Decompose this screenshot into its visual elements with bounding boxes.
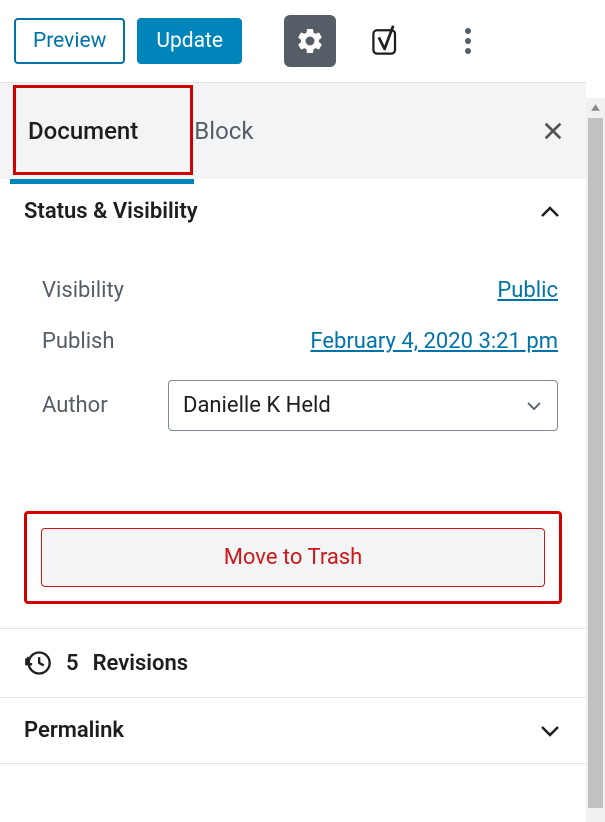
permalink-title: Permalink xyxy=(24,718,124,743)
publish-toolbar: Preview Update xyxy=(0,0,586,83)
tab-block[interactable]: Block xyxy=(166,83,281,179)
active-tab-indicator xyxy=(10,179,194,184)
revisions-count: 5 xyxy=(66,651,79,676)
row-visibility: Visibility Public xyxy=(42,278,558,303)
chevron-down-icon xyxy=(538,719,562,743)
panel-status-visibility: Status & Visibility Visibility Public Pu… xyxy=(0,179,586,629)
panel-revisions: 5 Revisions xyxy=(0,629,586,698)
editor-sidebar: Preview Update Document Block xyxy=(0,0,605,822)
annotation-highlight-trash: Move to Trash xyxy=(24,511,562,604)
kebab-icon xyxy=(464,27,472,55)
row-publish: Publish February 4, 2020 3:21 pm xyxy=(42,329,558,354)
close-icon xyxy=(542,120,564,142)
close-sidebar-button[interactable] xyxy=(542,83,586,179)
scrollbar-up-button[interactable] xyxy=(586,98,605,117)
settings-button[interactable] xyxy=(284,15,336,67)
row-author: Author Danielle K Held xyxy=(42,380,558,431)
author-label: Author xyxy=(42,393,162,418)
yoast-button[interactable] xyxy=(360,15,412,67)
panel-permalink: Permalink xyxy=(0,698,586,764)
scrollable-content: Preview Update Document Block xyxy=(0,0,586,822)
preview-button[interactable]: Preview xyxy=(14,18,125,64)
revisions-label: Revisions xyxy=(93,651,189,676)
chevron-up-icon xyxy=(538,200,562,224)
author-value: Danielle K Held xyxy=(183,393,331,418)
panel-title: Status & Visibility xyxy=(24,199,198,224)
tab-document[interactable]: Document xyxy=(0,83,166,179)
panel-body-status: Visibility Public Publish February 4, 20… xyxy=(0,244,586,491)
panel-toggle-status[interactable]: Status & Visibility xyxy=(0,179,586,244)
visibility-value-link[interactable]: Public xyxy=(497,278,558,303)
publish-value-link[interactable]: February 4, 2020 3:21 pm xyxy=(310,329,558,354)
update-button[interactable]: Update xyxy=(137,18,242,64)
history-icon xyxy=(24,649,52,677)
visibility-label: Visibility xyxy=(42,278,172,303)
panel-toggle-permalink[interactable]: Permalink xyxy=(0,698,586,763)
gear-icon xyxy=(295,26,325,56)
publish-label: Publish xyxy=(42,329,172,354)
scrollbar-thumb[interactable] xyxy=(588,118,603,808)
sidebar-tabs: Document Block xyxy=(0,83,586,179)
more-options-button[interactable] xyxy=(442,15,494,67)
yoast-icon xyxy=(368,23,404,59)
move-to-trash-button[interactable]: Move to Trash xyxy=(41,528,545,587)
author-select[interactable]: Danielle K Held xyxy=(168,380,558,431)
chevron-down-icon xyxy=(525,397,543,415)
revisions-button[interactable]: 5 Revisions xyxy=(0,629,586,697)
